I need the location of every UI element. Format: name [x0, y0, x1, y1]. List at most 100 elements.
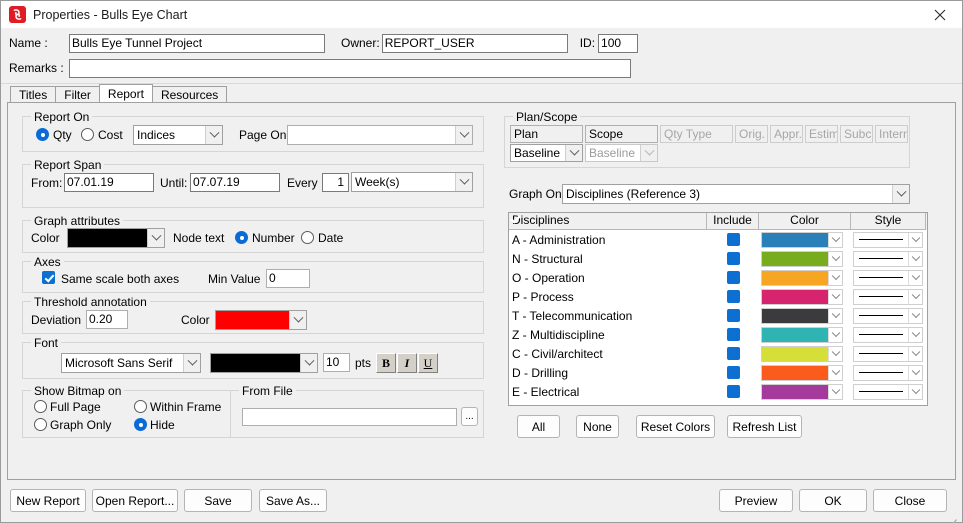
table-row[interactable]: T - Telecommunication — [509, 306, 927, 325]
color-cell — [759, 307, 851, 324]
include-checkbox[interactable] — [726, 309, 740, 322]
col-disciplines[interactable]: Disciplines — [509, 213, 707, 230]
radio-cost[interactable] — [81, 128, 94, 141]
include-checkbox[interactable] — [726, 290, 740, 303]
col-color[interactable]: Color — [759, 213, 851, 230]
col-plan[interactable]: Plan — [510, 125, 583, 143]
preview-button[interactable]: Preview — [719, 489, 793, 512]
table-row[interactable]: C - Civil/architect — [509, 344, 927, 363]
font-family-select[interactable]: Microsoft Sans Serif — [61, 353, 201, 373]
hide-label: Hide — [150, 418, 175, 432]
id-input[interactable]: 100 — [598, 33, 639, 53]
min-value-input[interactable]: 0 — [266, 269, 310, 288]
table-row[interactable]: D - Drilling — [509, 363, 927, 382]
all-button[interactable]: All — [517, 415, 560, 438]
style-select[interactable] — [853, 383, 923, 400]
radio-node-number[interactable] — [235, 231, 248, 244]
until-date-input[interactable]: 07.07.19 — [190, 173, 280, 192]
tab-resources[interactable]: Resources — [151, 86, 228, 102]
name-input[interactable]: Bulls Eye Tunnel Project — [69, 33, 325, 53]
refresh-list-button[interactable]: Refresh List — [727, 415, 802, 438]
indices-select[interactable]: Indices — [133, 125, 223, 145]
col-appr: Appr. — [770, 125, 803, 143]
style-select[interactable] — [853, 345, 923, 362]
radio-hide[interactable] — [134, 418, 147, 431]
include-checkbox[interactable] — [726, 328, 740, 341]
table-row[interactable]: O - Operation — [509, 268, 927, 287]
save-button[interactable]: Save — [184, 489, 252, 512]
table-row[interactable]: Z - Multidiscipline — [509, 325, 927, 344]
col-include[interactable]: Include — [707, 213, 759, 230]
span-unit-select[interactable]: Week(s) — [351, 172, 473, 192]
font-size-input[interactable]: 10 — [323, 353, 350, 372]
open-report-button[interactable]: Open Report... — [92, 489, 178, 512]
table-row[interactable]: N - Structural — [509, 249, 927, 268]
page-on-select[interactable] — [287, 125, 473, 145]
tab-filter[interactable]: Filter — [55, 86, 100, 102]
include-checkbox[interactable] — [726, 271, 740, 284]
color-select[interactable] — [761, 364, 843, 381]
radio-node-date[interactable] — [301, 231, 314, 244]
graph-color-select[interactable] — [67, 228, 165, 248]
new-report-button[interactable]: New Report — [10, 489, 86, 512]
chevron-down-icon — [828, 346, 842, 361]
style-select[interactable] — [853, 288, 923, 305]
color-select[interactable] — [761, 345, 843, 362]
include-checkbox[interactable] — [726, 347, 740, 360]
save-as-button[interactable]: Save As... — [259, 489, 327, 512]
color-select[interactable] — [761, 288, 843, 305]
style-select[interactable] — [853, 364, 923, 381]
style-select[interactable] — [853, 307, 923, 324]
chevron-down-icon — [908, 308, 922, 323]
radio-within-frame[interactable] — [134, 400, 147, 413]
table-row[interactable]: P - Process — [509, 287, 927, 306]
color-select[interactable] — [761, 383, 843, 400]
include-checkbox[interactable] — [726, 233, 740, 246]
graph-on-select[interactable]: Disciplines (Reference 3) — [562, 184, 910, 204]
remarks-input[interactable] — [69, 58, 631, 78]
ok-button[interactable]: OK — [799, 489, 867, 512]
owner-input[interactable]: REPORT_USER — [381, 33, 568, 53]
chevron-down-icon — [908, 346, 922, 361]
bold-button[interactable]: B — [376, 353, 396, 373]
close-button[interactable]: Close — [873, 489, 947, 512]
threshold-color-select[interactable] — [215, 310, 307, 330]
browse-file-button[interactable]: ... — [461, 407, 478, 426]
tab-strip: Titles Filter Report Resources — [1, 84, 962, 102]
color-select[interactable] — [761, 250, 843, 267]
none-button[interactable]: None — [576, 415, 619, 438]
from-date-input[interactable]: 07.01.19 — [64, 173, 154, 192]
radio-graph-only[interactable] — [34, 418, 47, 431]
radio-full-page[interactable] — [34, 400, 47, 413]
include-checkbox[interactable] — [726, 385, 740, 398]
style-select[interactable] — [853, 326, 923, 343]
italic-button[interactable]: I — [397, 353, 417, 373]
col-scope[interactable]: Scope — [585, 125, 658, 143]
resize-grip[interactable] — [947, 508, 959, 523]
color-select[interactable] — [761, 326, 843, 343]
table-row[interactable]: A - Administration — [509, 230, 927, 249]
color-select[interactable] — [761, 231, 843, 248]
color-select[interactable] — [761, 307, 843, 324]
min-value-label: Min Value — [208, 272, 261, 286]
close-icon[interactable] — [917, 1, 962, 28]
tab-titles[interactable]: Titles — [10, 86, 57, 102]
every-count-input[interactable]: 1 — [322, 173, 349, 192]
style-select[interactable] — [853, 250, 923, 267]
underline-button[interactable]: U — [418, 353, 438, 373]
radio-qty[interactable] — [36, 128, 49, 141]
include-checkbox[interactable] — [726, 252, 740, 265]
include-checkbox[interactable] — [726, 366, 740, 379]
style-select[interactable] — [853, 269, 923, 286]
tab-report[interactable]: Report — [98, 84, 153, 102]
color-select[interactable] — [761, 269, 843, 286]
same-scale-checkbox[interactable] — [42, 271, 55, 284]
plan-select[interactable]: Baseline — [510, 144, 583, 162]
font-color-select[interactable] — [210, 353, 318, 373]
col-style[interactable]: Style — [851, 213, 926, 230]
table-row[interactable]: E - Electrical — [509, 382, 927, 401]
style-select[interactable] — [853, 231, 923, 248]
deviation-input[interactable]: 0.20 — [86, 310, 128, 329]
reset-colors-button[interactable]: Reset Colors — [636, 415, 715, 438]
from-file-input[interactable] — [242, 408, 457, 426]
